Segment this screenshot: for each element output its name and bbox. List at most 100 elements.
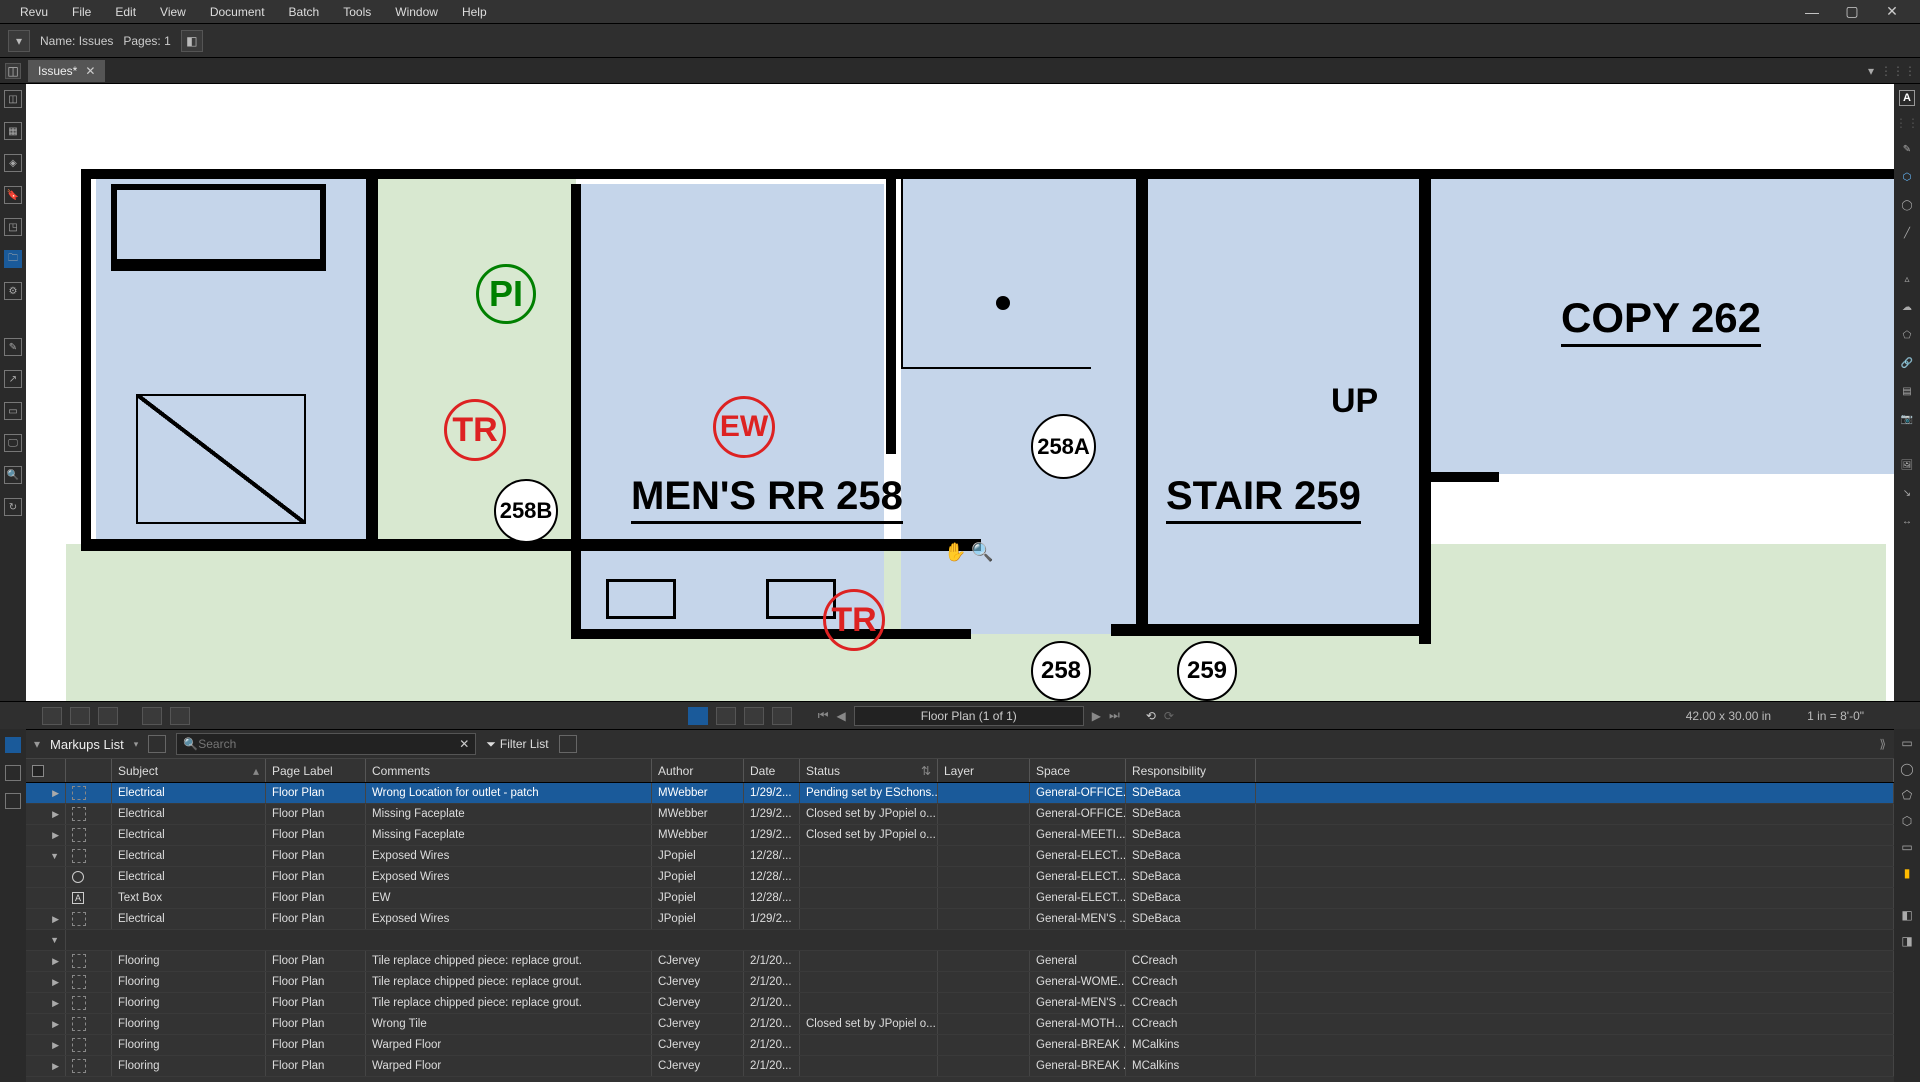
table-row[interactable]: ▶FlooringFloor PlanTile replace chipped …: [26, 951, 1894, 972]
split-v-button[interactable]: [70, 707, 90, 725]
window-close[interactable]: ✕: [1872, 3, 1912, 20]
measure-shape-icon[interactable]: ▭: [1898, 839, 1916, 855]
circle-tool-icon[interactable]: ◯: [1898, 196, 1916, 214]
doc-props-button[interactable]: ◧: [181, 30, 203, 52]
page-nav-2[interactable]: [170, 707, 190, 725]
search-input[interactable]: [198, 737, 459, 751]
new-doc-button[interactable]: ▾: [8, 30, 30, 52]
table-row[interactable]: ▶FlooringFloor PlanWarped FloorCJervey2/…: [26, 1035, 1894, 1056]
table-row[interactable]: ▶FlooringFloor PlanWarped FloorCJervey2/…: [26, 1056, 1894, 1077]
table-row[interactable]: ▶FlooringFloor PlanWrong TileCJervey2/1/…: [26, 1014, 1894, 1035]
dimension-tool-icon[interactable]: ↔: [1898, 512, 1916, 530]
menu-revu[interactable]: Revu: [8, 0, 60, 24]
table-row[interactable]: ElectricalFloor PlanExposed WiresJPopiel…: [26, 867, 1894, 888]
rect-shape-icon[interactable]: ▭: [1898, 735, 1916, 751]
panel-toggle-left[interactable]: ◫: [5, 63, 21, 79]
fill-on-icon[interactable]: ◧: [1898, 907, 1916, 923]
table-row[interactable]: ▶ElectricalFloor PlanMissing FaceplateMW…: [26, 804, 1894, 825]
cloud-tool-icon[interactable]: ☁: [1898, 298, 1916, 316]
menu-file[interactable]: File: [60, 0, 103, 24]
first-page-button[interactable]: ⏮: [818, 708, 829, 723]
mark-shape-icon[interactable]: ▮: [1898, 865, 1916, 881]
menu-view[interactable]: View: [148, 0, 198, 24]
next-page-button[interactable]: ▶: [1092, 709, 1101, 723]
callout-tool-icon[interactable]: ▵: [1898, 270, 1916, 288]
col-comments[interactable]: Comments: [366, 759, 652, 782]
table-row[interactable]: ▶ElectricalFloor PlanWrong Location for …: [26, 783, 1894, 804]
select-tool-button[interactable]: [716, 707, 736, 725]
filter-button[interactable]: ⏷ Filter List: [486, 737, 548, 752]
prev-view-button[interactable]: ⟲: [1146, 709, 1156, 723]
zoom-button[interactable]: [772, 707, 792, 725]
prev-page-button[interactable]: ◀: [837, 709, 846, 723]
fill-off-icon[interactable]: ◨: [1898, 933, 1916, 949]
document-tab[interactable]: Issues* ✕: [28, 60, 105, 82]
ellipse-shape-icon[interactable]: ◯: [1898, 761, 1916, 777]
menu-batch[interactable]: Batch: [277, 0, 332, 24]
table-row[interactable]: ▶ElectricalFloor PlanExposed WiresJPopie…: [26, 909, 1894, 930]
split-h-button[interactable]: [98, 707, 118, 725]
window-maximize[interactable]: ▢: [1832, 3, 1872, 20]
pan-tool-button[interactable]: [688, 707, 708, 725]
col-date[interactable]: Date: [744, 759, 800, 782]
last-page-button[interactable]: ⏭: [1109, 708, 1120, 723]
page-nav-1[interactable]: [142, 707, 162, 725]
export-button[interactable]: [559, 735, 577, 753]
search-icon[interactable]: 🔍: [4, 466, 22, 484]
markups-3d-icon[interactable]: [5, 765, 21, 781]
window-minimize[interactable]: —: [1792, 4, 1832, 20]
polygon-shape-icon[interactable]: ⬠: [1898, 787, 1916, 803]
menu-help[interactable]: Help: [450, 0, 499, 24]
hide-markups-button[interactable]: [148, 735, 166, 753]
markup-pi[interactable]: PI: [476, 264, 536, 324]
tab-close[interactable]: ✕: [85, 64, 95, 78]
select-all-checkbox[interactable]: [32, 765, 44, 777]
polygon-tool-icon[interactable]: ⬠: [1898, 326, 1916, 344]
col-pagelabel[interactable]: Page Label: [266, 759, 366, 782]
menu-edit[interactable]: Edit: [103, 0, 148, 24]
layers-icon[interactable]: ◈: [4, 154, 22, 172]
markups-search[interactable]: 🔍 ✕: [176, 733, 476, 755]
bookmarks-icon[interactable]: 🔖: [4, 186, 22, 204]
markup-tr-2[interactable]: TR: [823, 589, 885, 651]
line-tool-icon[interactable]: ╱: [1898, 224, 1916, 242]
links-icon[interactable]: 🖵: [4, 434, 22, 452]
next-view-button[interactable]: ⟳: [1164, 709, 1174, 723]
tab-menu[interactable]: ▾: [1868, 64, 1874, 78]
snapshot-tool-icon[interactable]: 📷: [1898, 410, 1916, 428]
markup-ew[interactable]: EW: [713, 396, 775, 458]
highlight-tool-icon[interactable]: ⬡: [1898, 168, 1916, 186]
page-label[interactable]: Floor Plan (1 of 1): [854, 706, 1084, 726]
markups-menu-dropdown[interactable]: ▾: [134, 739, 139, 750]
menu-tools[interactable]: Tools: [331, 0, 383, 24]
sets-icon[interactable]: 🗀: [4, 250, 22, 268]
polyline-shape-icon[interactable]: ⬡: [1898, 813, 1916, 829]
properties-icon[interactable]: ⚙: [4, 282, 22, 300]
table-row[interactable]: ▶ElectricalFloor PlanMissing FaceplateMW…: [26, 825, 1894, 846]
col-subject[interactable]: Subject▴: [112, 759, 266, 782]
menu-window[interactable]: Window: [383, 0, 450, 24]
text-select-button[interactable]: [744, 707, 764, 725]
col-space[interactable]: Space: [1030, 759, 1126, 782]
shapes-icon[interactable]: ▭: [4, 402, 22, 420]
markups-rows[interactable]: ▶ElectricalFloor PlanWrong Location for …: [26, 783, 1894, 1082]
forms-icon[interactable]: ◳: [4, 218, 22, 236]
studio-icon[interactable]: ↻: [4, 498, 22, 516]
panel-expand-button[interactable]: ⟫: [1879, 737, 1886, 751]
single-page-button[interactable]: [42, 707, 62, 725]
markups-list-icon[interactable]: [5, 737, 21, 753]
signatures-icon[interactable]: ✎: [4, 338, 22, 356]
col-responsibility[interactable]: Responsibility: [1126, 759, 1256, 782]
file-access-icon[interactable]: ◫: [4, 90, 22, 108]
stamp-tool-icon[interactable]: ▤: [1898, 382, 1916, 400]
table-row[interactable]: ▶FlooringFloor PlanTile replace chipped …: [26, 972, 1894, 993]
menu-document[interactable]: Document: [198, 0, 277, 24]
image-tool-icon[interactable]: 🖼: [1898, 456, 1916, 474]
table-row[interactable]: AText BoxFloor PlanEWJPopiel12/28/...Gen…: [26, 888, 1894, 909]
table-row[interactable]: ▶FlooringFloor PlanTile replace chipped …: [26, 993, 1894, 1014]
table-row[interactable]: ▼: [26, 930, 1894, 951]
markup-tr-1[interactable]: TR: [444, 399, 506, 461]
markups-tools-icon[interactable]: [5, 793, 21, 809]
table-row[interactable]: ▼ElectricalFloor PlanExposed WiresJPopie…: [26, 846, 1894, 867]
measure-icon[interactable]: ↗: [4, 370, 22, 388]
